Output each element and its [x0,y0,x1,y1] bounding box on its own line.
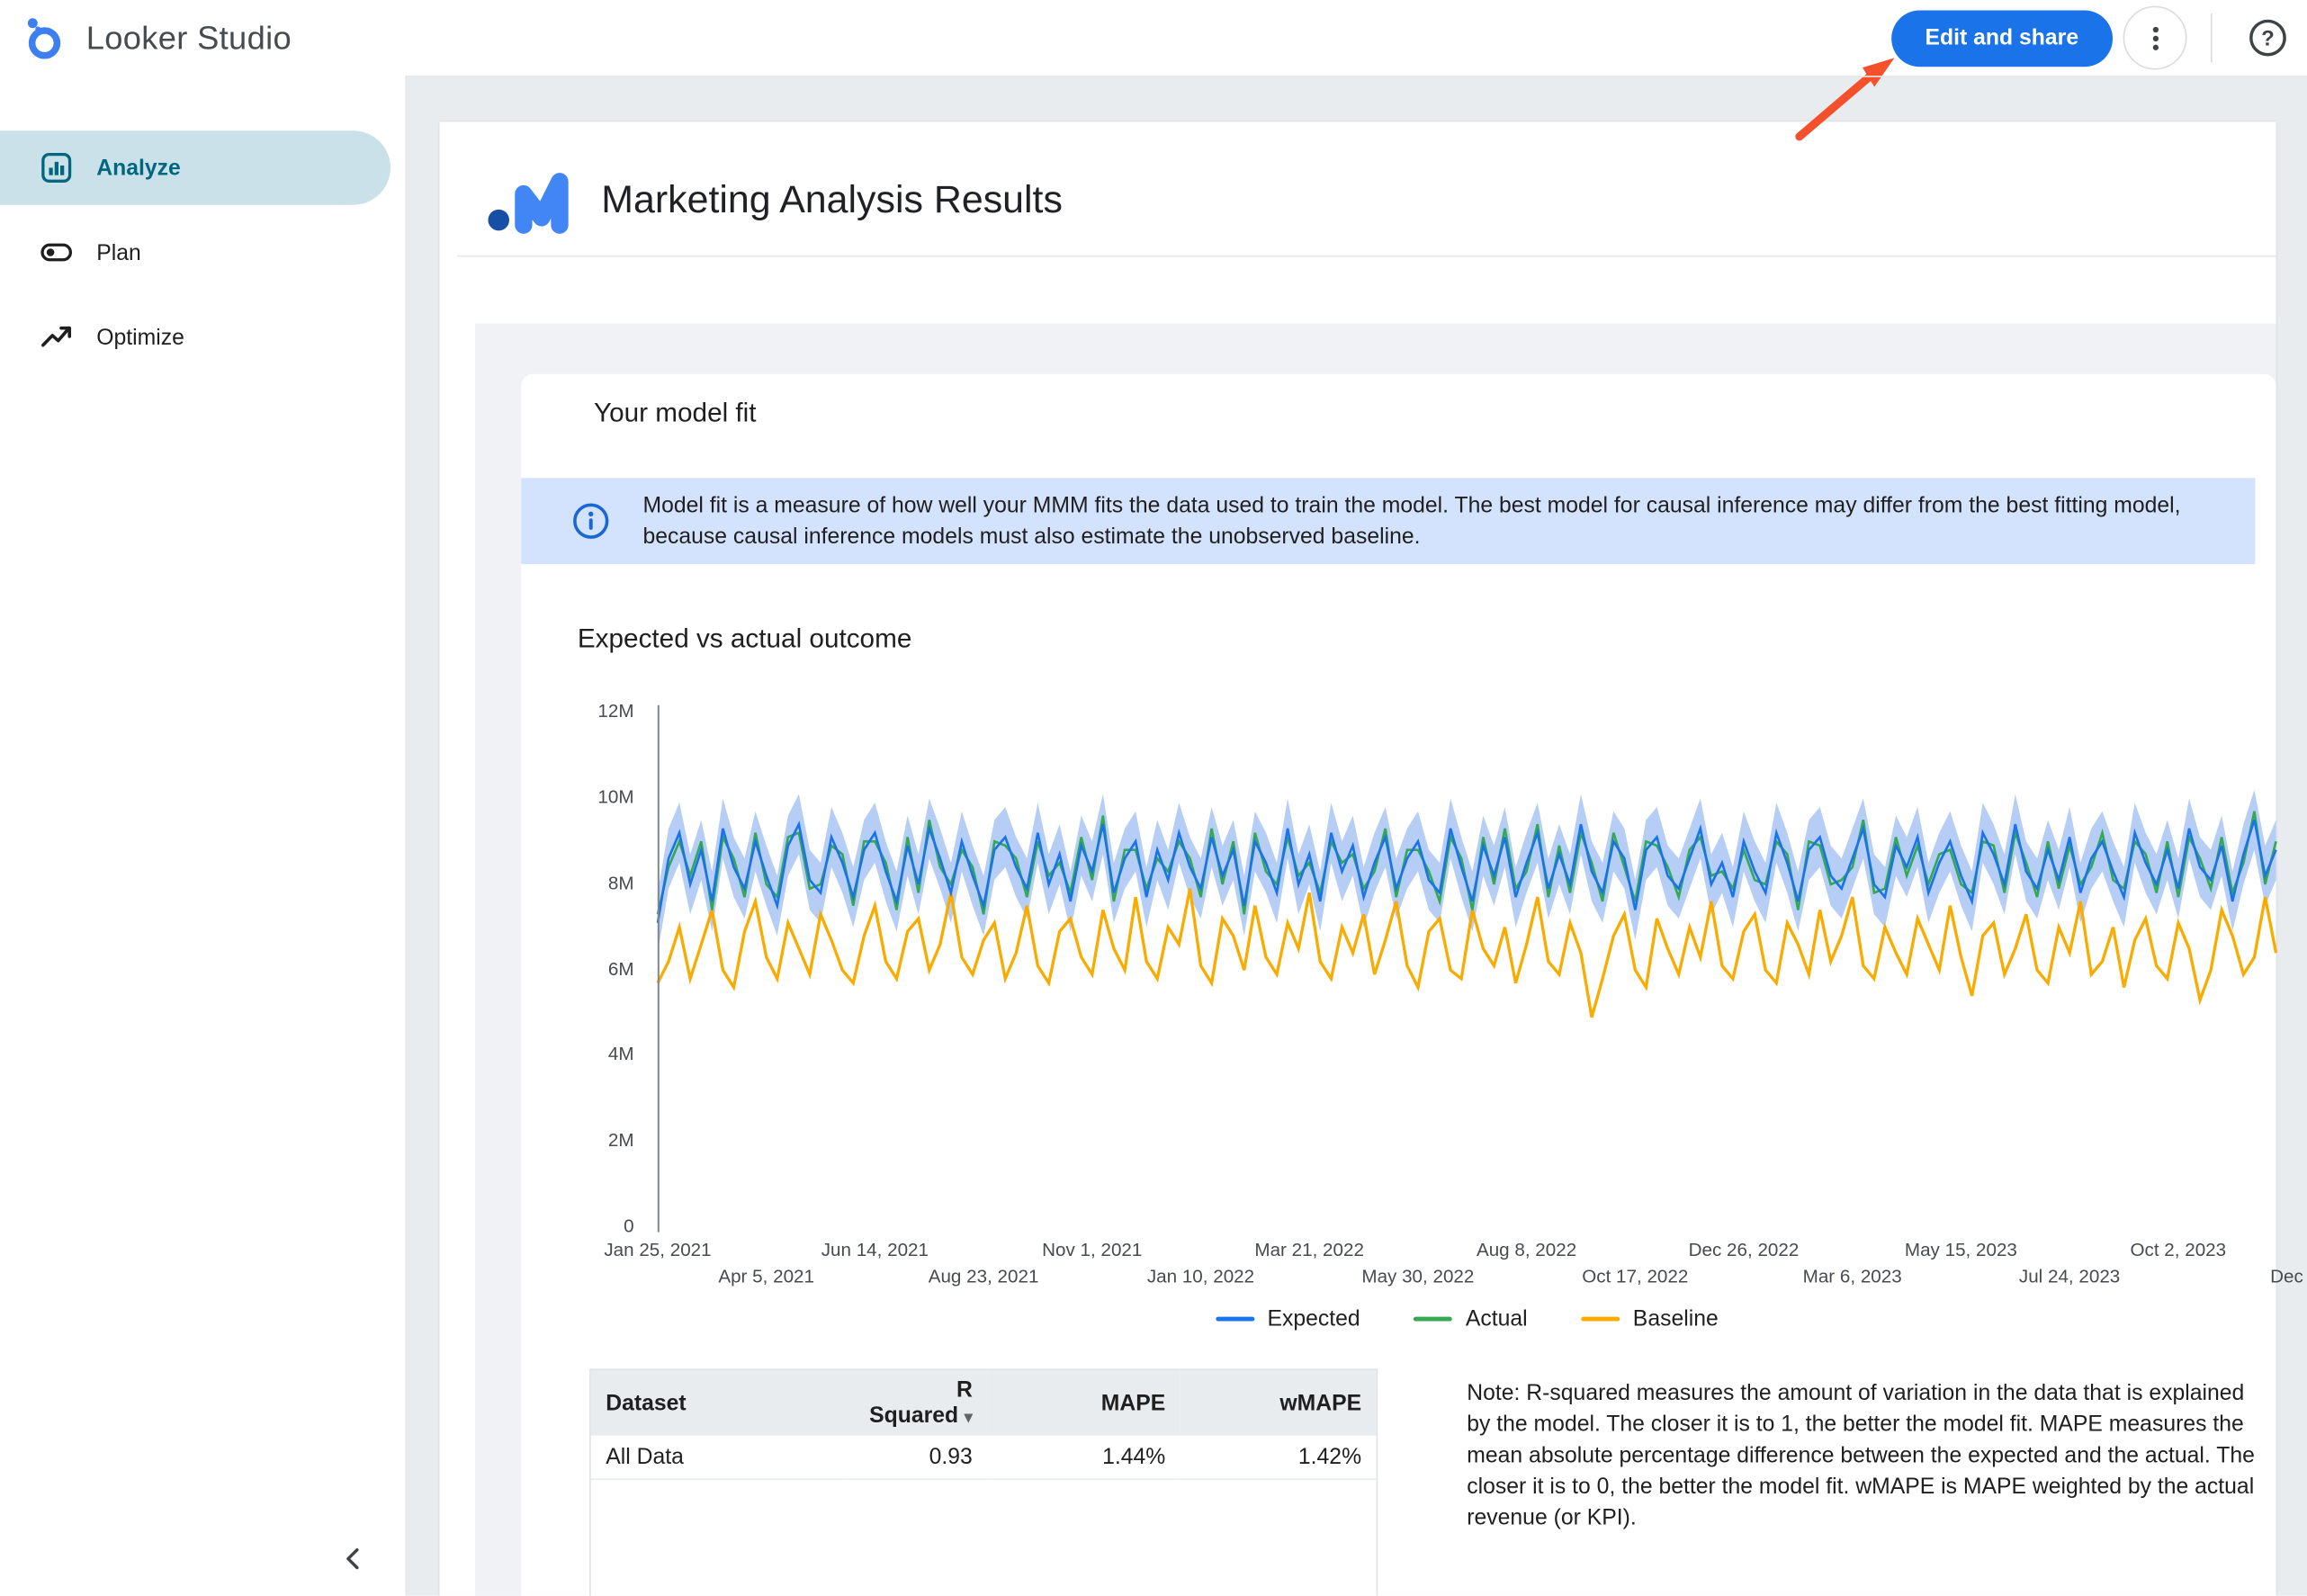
chart-y-axis-labels: 02M4M6M8M10M12M [573,713,639,1228]
table-row: All Data 0.93 1.44% 1.42% [591,1436,1377,1480]
report-title: Marketing Analysis Results [601,176,1063,222]
section-title: Expected vs actual outcome [578,623,911,655]
topbar-actions: Edit and share ? [1891,0,2299,76]
header-divider [457,256,2276,257]
info-icon [571,502,610,541]
sidebar-item-analyze[interactable]: Analyze [0,130,390,205]
collapse-sidebar-button[interactable] [328,1534,379,1584]
table-header-row: Dataset R Squared▾ MAPE wMAPE [591,1370,1377,1436]
looker-studio-window: Looker Studio Edit and share ? [0,0,2307,1596]
table-cell-wmape: 1.42% [1180,1436,1377,1480]
help-button[interactable]: ? [2236,6,2298,68]
column-header-r-squared[interactable]: R Squared▾ [844,1370,987,1436]
brand: Looker Studio [21,0,292,76]
info-banner-text: Model fit is a measure of how well your … [642,489,2253,553]
edit-and-share-button[interactable]: Edit and share [1891,10,2113,67]
model-fit-table: Dataset R Squared▾ MAPE wMAPE All Data 0… [589,1368,1378,1595]
note-text: Note: R-squared measures the amount of v… [1467,1377,2257,1533]
card-title: Your model fit [594,398,757,429]
sort-desc-icon: ▾ [965,1409,973,1427]
info-banner: Model fit is a measure of how well your … [521,478,2255,564]
table-cell-mape: 1.44% [987,1436,1180,1480]
sidebar-item-label: Analyze [96,155,181,180]
legend-item-actual: Actual [1414,1306,1528,1331]
chart-legend: Expected Actual Baseline [658,1306,2276,1331]
help-icon: ? [2247,18,2287,58]
column-header-dataset[interactable]: Dataset [591,1370,844,1436]
content-area: Marketing Analysis Results Your model fi… [407,77,2307,1596]
legend-marker-actual [1414,1316,1452,1322]
topbar-border [405,76,2307,77]
column-header-wmape[interactable]: wMAPE [1180,1370,1377,1436]
chevron-left-icon [336,1541,372,1577]
table-cell-dataset: All Data [591,1436,844,1480]
sidebar-item-plan[interactable]: Plan [0,215,390,290]
sidebar-item-optimize[interactable]: Optimize [0,300,390,374]
topbar-divider [2211,13,2213,62]
report-header: Marketing Analysis Results [482,160,1063,238]
vertical-dots-icon [2137,20,2173,56]
app-title: Looker Studio [86,19,292,58]
column-header-mape[interactable]: MAPE [987,1370,1180,1436]
optimize-trending-up-icon [39,319,75,355]
report-page: Marketing Analysis Results Your model fi… [439,121,2276,1596]
legend-item-baseline: Baseline [1581,1306,1719,1331]
analyze-chart-icon [39,150,75,186]
marketing-platform-logo-icon [482,160,574,238]
table-cell-r-squared: 0.93 [844,1436,987,1480]
sidebar-item-label: Optimize [96,325,184,350]
more-options-button[interactable] [2123,6,2187,70]
plan-toggle-icon [39,235,75,271]
legend-label: Expected [1267,1306,1360,1331]
legend-item-expected: Expected [1216,1306,1360,1331]
chart-x-axis-labels: Jan 25, 2021Apr 5, 2021Jun 14, 2021Aug 2… [658,1237,2294,1299]
legend-label: Actual [1466,1306,1528,1331]
model-fit-card: Your model fit Model fit is a measure of… [521,374,2276,1596]
legend-marker-expected [1216,1316,1254,1322]
report-body: Your model fit Model fit is a measure of… [475,324,2276,1596]
expected-vs-actual-chart [658,713,2294,1228]
svg-text:?: ? [2260,26,2274,50]
top-bar: Looker Studio Edit and share ? [0,0,2307,76]
sidebar-item-label: Plan [96,239,141,265]
legend-label: Baseline [1633,1306,1719,1331]
legend-marker-baseline [1581,1316,1620,1322]
sidebar: Analyze Plan Optimize [0,77,407,1596]
looker-studio-logo-icon [21,13,68,63]
